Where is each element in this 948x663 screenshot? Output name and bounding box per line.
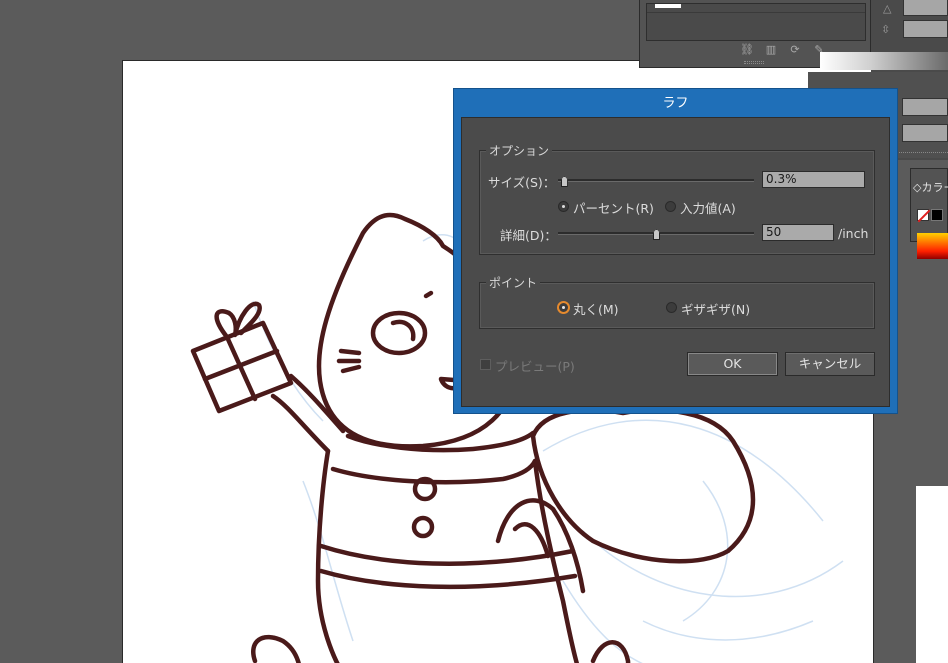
foot-right (590, 640, 631, 663)
refresh-icon[interactable]: ⟳ (788, 43, 802, 57)
artboard-edge-right (916, 486, 948, 663)
detail-unit: /inch (838, 226, 869, 241)
options-group: オプション サイズ(S)： 0.3% パーセント(R) 入力値(A) 詳細(D)… (479, 142, 875, 255)
sack (530, 407, 756, 564)
collar-bottom (330, 458, 538, 485)
cat-eye (370, 310, 428, 356)
detail-slider-thumb[interactable] (653, 229, 660, 240)
layers-footer: ⛓ ▥ ⟳ ✎ (740, 43, 826, 57)
size-label: サイズ(S)： (488, 175, 556, 190)
color-spectrum[interactable] (917, 233, 948, 259)
preview-label[interactable]: プレビュー(P) (495, 356, 575, 375)
points-group: ポイント 丸く(M) ギザギザ(N) (479, 274, 875, 329)
link-icon[interactable]: ⛓ (740, 43, 754, 57)
corner-radio[interactable] (666, 302, 677, 313)
color-panel[interactable]: ◇カラー (910, 168, 948, 259)
foot-left (251, 634, 301, 663)
panel-resize-grip[interactable] (744, 61, 764, 64)
whiskers (336, 348, 362, 374)
sack-strap-inner (512, 522, 551, 559)
property-field-3[interactable] (902, 98, 948, 116)
layers-list[interactable] (646, 3, 866, 41)
cat-eye-inner (390, 319, 416, 342)
percent-radio[interactable] (558, 201, 569, 212)
absolute-label[interactable]: 入力値(A) (680, 198, 736, 217)
smooth-label[interactable]: 丸く(M) (573, 299, 619, 318)
property-field-1[interactable] (903, 0, 948, 16)
dialog-body: オプション サイズ(S)： 0.3% パーセント(R) 入力値(A) 詳細(D)… (461, 117, 890, 407)
absolute-radio[interactable] (665, 201, 676, 212)
size-field[interactable]: 0.3% (762, 171, 865, 188)
preview-checkbox[interactable] (480, 359, 491, 370)
cancel-button[interactable]: キャンセル (785, 352, 875, 376)
gift-ribbon (202, 334, 280, 402)
none-swatch[interactable] (917, 209, 929, 221)
size-slider-thumb[interactable] (560, 176, 568, 187)
layer-thumbnail (655, 4, 681, 8)
points-group-label: ポイント (486, 274, 541, 291)
stack-icon[interactable]: ▥ (764, 43, 778, 57)
brow (423, 290, 434, 299)
spacing-icon: ⇳ (881, 23, 891, 36)
belt-bottom (318, 568, 578, 590)
body-left (315, 448, 340, 663)
color-panel-tab[interactable]: ◇カラー (913, 179, 948, 195)
ok-button[interactable]: OK (687, 352, 778, 376)
button-2 (411, 515, 435, 539)
dialog-title[interactable]: ラフ (454, 89, 897, 117)
corner-label[interactable]: ギザギザ(N) (681, 299, 750, 318)
smooth-radio[interactable] (558, 302, 569, 313)
angle-icon: △ (883, 2, 892, 15)
size-slider[interactable] (558, 179, 754, 182)
detail-label: 詳細(D)： (500, 228, 557, 243)
gradient-slider[interactable] (820, 52, 948, 70)
property-field-2[interactable] (903, 20, 948, 38)
layer-divider (647, 12, 865, 13)
percent-label[interactable]: パーセント(R) (573, 198, 654, 217)
belt-top (318, 543, 576, 566)
property-field-4[interactable] (902, 124, 948, 142)
black-swatch[interactable] (931, 209, 943, 221)
detail-field[interactable]: 50 (762, 224, 834, 241)
options-group-label: オプション (486, 142, 553, 159)
panel-divider (897, 152, 948, 158)
roughen-dialog: ラフ オプション サイズ(S)： 0.3% パーセント(R) 入力値(A) 詳細… (453, 88, 898, 414)
